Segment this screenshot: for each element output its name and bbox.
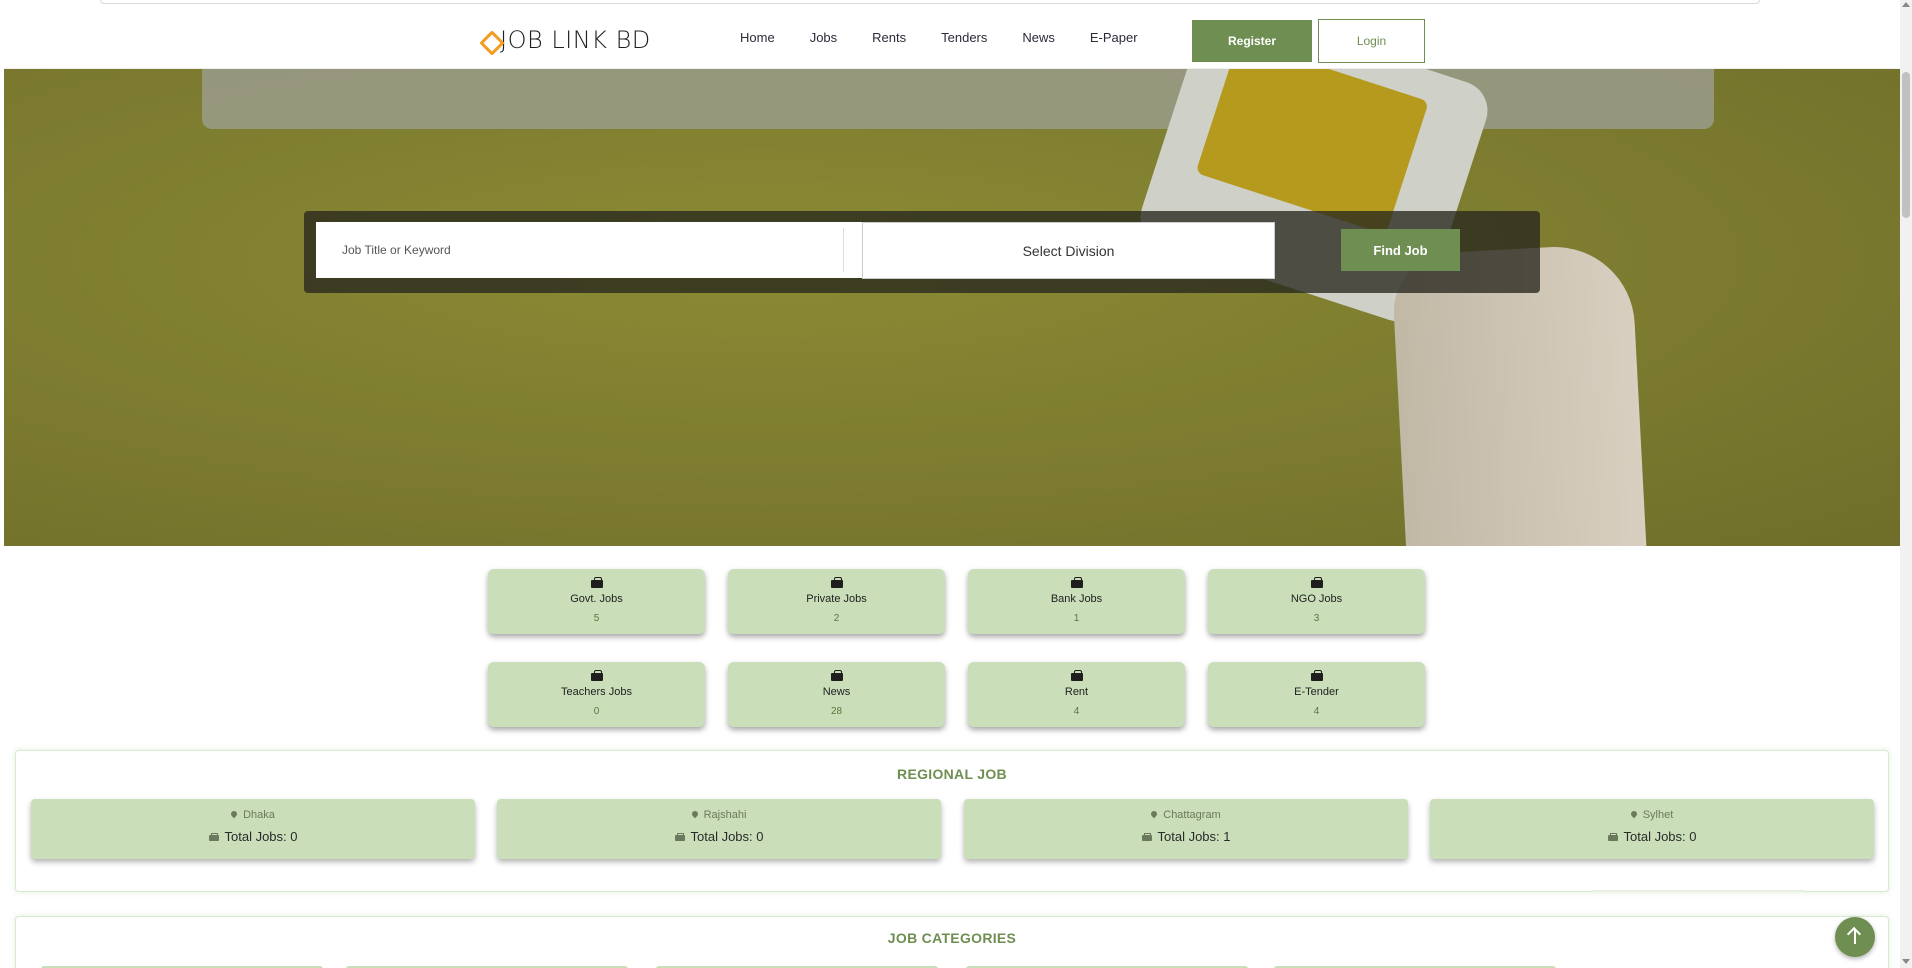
category-count: 4 bbox=[1073, 706, 1080, 717]
region-total-jobs: Total Jobs: 0 bbox=[690, 829, 764, 844]
briefcase-icon bbox=[1141, 832, 1152, 841]
category-label: Teachers Jobs bbox=[561, 686, 632, 698]
nav-rents[interactable]: Rents bbox=[872, 30, 906, 45]
briefcase-icon bbox=[1607, 832, 1618, 841]
job-search-panel: Job Title or Keyword Select Division Fin… bbox=[304, 211, 1540, 293]
region-name: Dhaka bbox=[243, 809, 275, 821]
region-name: Chattagram bbox=[1163, 809, 1221, 821]
find-job-button[interactable]: Find Job bbox=[1341, 229, 1460, 271]
category-label: Bank Jobs bbox=[1050, 593, 1103, 605]
briefcase-icon bbox=[1310, 577, 1323, 588]
scroll-up-arrow-icon[interactable] bbox=[1902, 2, 1910, 7]
briefcase-icon bbox=[208, 832, 219, 841]
region-total-row: Total Jobs: 0 bbox=[1430, 829, 1874, 844]
category-label: Private Jobs bbox=[806, 593, 867, 605]
region-name: Rajshahi bbox=[703, 809, 747, 821]
category-count: 28 bbox=[830, 706, 843, 717]
category-card-ngo[interactable]: NGO Jobs 3 bbox=[1208, 569, 1425, 634]
brand-logo[interactable]: JOB LINK BD bbox=[480, 26, 651, 54]
region-name-row: Rajshahi bbox=[497, 809, 941, 821]
category-count: 1 bbox=[1073, 613, 1080, 624]
category-count: 5 bbox=[593, 613, 600, 624]
category-count: 0 bbox=[593, 706, 600, 717]
category-card-news[interactable]: News 28 bbox=[728, 662, 945, 727]
category-card-etender[interactable]: E-Tender 4 bbox=[1208, 662, 1425, 727]
scroll-down-arrow-icon[interactable] bbox=[1902, 959, 1910, 964]
brand-name: JOB LINK BD bbox=[500, 26, 651, 54]
arrow-up-icon bbox=[1854, 930, 1856, 944]
category-label: E-Tender bbox=[1294, 686, 1339, 698]
nav-epaper[interactable]: E-Paper bbox=[1090, 30, 1138, 45]
map-pin-icon bbox=[231, 811, 237, 819]
category-card-rent[interactable]: Rent 4 bbox=[968, 662, 1185, 727]
navbar: JOB LINK BD Home Jobs Rents Tenders News… bbox=[4, 4, 1900, 69]
region-total-row: Total Jobs: 0 bbox=[31, 829, 475, 844]
category-count: 2 bbox=[833, 613, 840, 624]
briefcase-icon bbox=[1310, 670, 1323, 681]
register-button[interactable]: Register bbox=[1192, 20, 1312, 62]
briefcase-icon bbox=[1070, 670, 1083, 681]
region-card-dhaka[interactable]: Dhaka Total Jobs: 0 bbox=[31, 799, 475, 859]
login-button[interactable]: Login bbox=[1318, 19, 1425, 63]
page-scrollbar[interactable] bbox=[1900, 0, 1912, 968]
main-nav: Home Jobs Rents Tenders News E-Paper bbox=[740, 30, 1173, 45]
division-select[interactable]: Select Division bbox=[862, 222, 1275, 279]
category-count: 4 bbox=[1313, 706, 1320, 717]
nav-home[interactable]: Home bbox=[740, 30, 775, 45]
category-label: NGO Jobs bbox=[1290, 593, 1343, 605]
regional-job-title: REGIONAL JOB bbox=[897, 766, 1007, 782]
briefcase-icon bbox=[830, 577, 843, 588]
category-label: News bbox=[822, 686, 851, 698]
region-total-jobs: Total Jobs: 0 bbox=[1623, 829, 1697, 844]
category-card-govt[interactable]: Govt. Jobs 5 bbox=[488, 569, 705, 634]
hero-image-screen bbox=[202, 69, 1714, 129]
keyword-input[interactable]: Job Title or Keyword bbox=[316, 222, 862, 278]
brand-mark-icon bbox=[480, 31, 498, 49]
scroll-to-top-button[interactable] bbox=[1835, 917, 1875, 957]
nav-tenders[interactable]: Tenders bbox=[941, 30, 987, 45]
category-card-private[interactable]: Private Jobs 2 bbox=[728, 569, 945, 634]
briefcase-icon bbox=[830, 670, 843, 681]
region-total-row: Total Jobs: 0 bbox=[497, 829, 941, 844]
divider bbox=[1592, 890, 1806, 892]
map-pin-icon bbox=[1631, 811, 1637, 819]
map-pin-icon bbox=[1151, 811, 1157, 819]
nav-news[interactable]: News bbox=[1022, 30, 1055, 45]
briefcase-icon bbox=[590, 577, 603, 588]
region-name-row: Chattagram bbox=[964, 809, 1408, 821]
regional-job-section: REGIONAL JOB Dhaka Total Jobs: 0 Rajshah… bbox=[15, 750, 1889, 892]
region-total-jobs: Total Jobs: 0 bbox=[224, 829, 298, 844]
region-card-rajshahi[interactable]: Rajshahi Total Jobs: 0 bbox=[497, 799, 941, 859]
nav-jobs[interactable]: Jobs bbox=[810, 30, 837, 45]
region-card-chattagram[interactable]: Chattagram Total Jobs: 1 bbox=[964, 799, 1408, 859]
page: JOB LINK BD Home Jobs Rents Tenders News… bbox=[0, 0, 1912, 968]
region-total-row: Total Jobs: 1 bbox=[964, 829, 1408, 844]
hero-image-phone-screen bbox=[1195, 69, 1429, 235]
briefcase-icon bbox=[1070, 577, 1083, 588]
briefcase-icon bbox=[590, 670, 603, 681]
category-label: Govt. Jobs bbox=[570, 593, 623, 605]
region-name-row: Sylhet bbox=[1430, 809, 1874, 821]
category-label: Rent bbox=[1064, 686, 1089, 698]
region-total-jobs: Total Jobs: 1 bbox=[1157, 829, 1231, 844]
job-categories-title: JOB CATEGORIES bbox=[887, 930, 1017, 946]
region-name-row: Dhaka bbox=[31, 809, 475, 821]
scrollbar-thumb[interactable] bbox=[1902, 72, 1910, 218]
briefcase-icon bbox=[674, 832, 685, 841]
category-card-bank[interactable]: Bank Jobs 1 bbox=[968, 569, 1185, 634]
region-card-sylhet[interactable]: Sylhet Total Jobs: 0 bbox=[1430, 799, 1874, 859]
region-name: Sylhet bbox=[1642, 809, 1674, 821]
job-categories-section: JOB CATEGORIES bbox=[15, 916, 1889, 968]
map-pin-icon bbox=[692, 811, 698, 819]
category-count: 3 bbox=[1313, 613, 1320, 624]
category-card-teachers[interactable]: Teachers Jobs 0 bbox=[488, 662, 705, 727]
hero-banner: Job Title or Keyword Select Division Fin… bbox=[4, 69, 1900, 546]
